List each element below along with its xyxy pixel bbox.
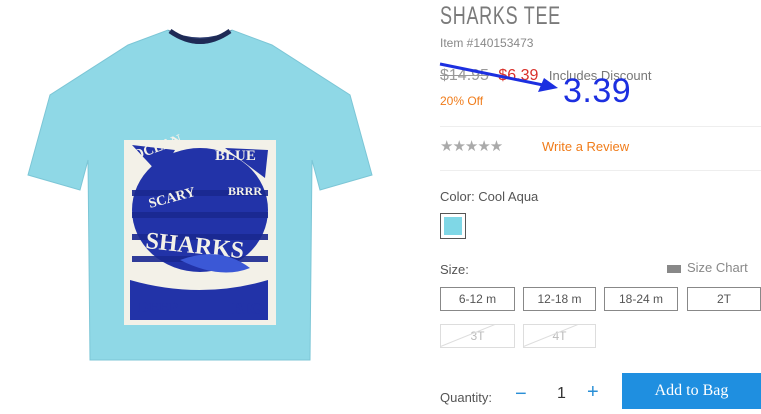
quantity-label: Quantity:	[440, 390, 493, 405]
size-option-6-12m[interactable]: 6-12 m	[440, 287, 515, 311]
size-chart-label: Size Chart	[687, 260, 748, 275]
swatch-fill	[444, 217, 462, 235]
annotation-text: 3.39	[563, 72, 632, 110]
quantity-value[interactable]: 1	[557, 385, 566, 403]
product-title: SHARKS TEE	[440, 2, 561, 30]
size-option-12-18m[interactable]: 12-18 m	[523, 287, 596, 311]
write-review-link[interactable]: Write a Review	[542, 139, 629, 154]
ruler-icon	[667, 264, 681, 273]
size-option-4t[interactable]: 4T	[523, 324, 596, 348]
svg-text:BLUE: BLUE	[215, 148, 256, 164]
color-label: Color: Cool Aqua	[440, 189, 539, 204]
rating-stars: ★★★★★	[440, 138, 503, 155]
annotation-arrow-icon	[439, 62, 558, 92]
divider	[440, 170, 761, 171]
quantity-decrease-button[interactable]: −	[515, 383, 527, 406]
quantity-increase-button[interactable]: +	[587, 381, 599, 404]
color-swatch-cool-aqua[interactable]	[440, 213, 466, 239]
svg-text:DEEP: DEEP	[138, 300, 178, 316]
svg-text:BRRR: BRRR	[228, 184, 262, 198]
size-chart-link[interactable]: Size Chart	[667, 260, 748, 275]
tshirt-image: OCEAN BLUE SCARY BRRR SHARKS DEEP BIG	[27, 28, 373, 361]
add-to-bag-button[interactable]: Add to Bag	[622, 373, 761, 409]
size-label: Size:	[440, 262, 469, 277]
svg-text:BIG: BIG	[232, 299, 263, 318]
item-number: Item #140153473	[440, 36, 534, 50]
size-option-2t[interactable]: 2T	[687, 287, 761, 311]
divider	[440, 126, 761, 127]
size-option-18-24m[interactable]: 18-24 m	[604, 287, 678, 311]
product-image[interactable]: OCEAN BLUE SCARY BRRR SHARKS DEEP BIG	[0, 0, 400, 409]
size-option-3t[interactable]: 3T	[440, 324, 515, 348]
